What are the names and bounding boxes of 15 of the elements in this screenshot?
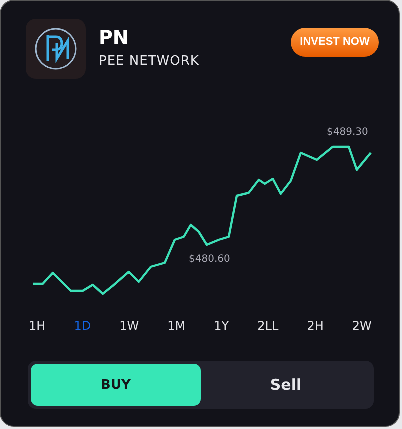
range-tab[interactable]: 2LL xyxy=(258,317,279,335)
range-tab[interactable]: 1H xyxy=(29,317,46,335)
price-label: $489.30 xyxy=(327,127,368,138)
range-tab[interactable]: 2H xyxy=(307,317,324,335)
range-tab[interactable]: 2W xyxy=(352,317,372,335)
range-tab[interactable]: 1D xyxy=(74,317,92,335)
price-label: $480.60 xyxy=(189,254,230,265)
logo-icon xyxy=(26,19,86,79)
range-tab[interactable]: 1Y xyxy=(214,317,230,335)
sell-button[interactable]: Sell xyxy=(201,364,371,406)
coin-name: PEE NETWORK xyxy=(99,54,200,68)
range-tab[interactable]: 1W xyxy=(120,317,140,335)
range-tab[interactable]: 1M xyxy=(168,317,186,335)
buy-button[interactable]: BUY xyxy=(31,364,201,406)
coin-symbol: PN xyxy=(99,26,130,50)
